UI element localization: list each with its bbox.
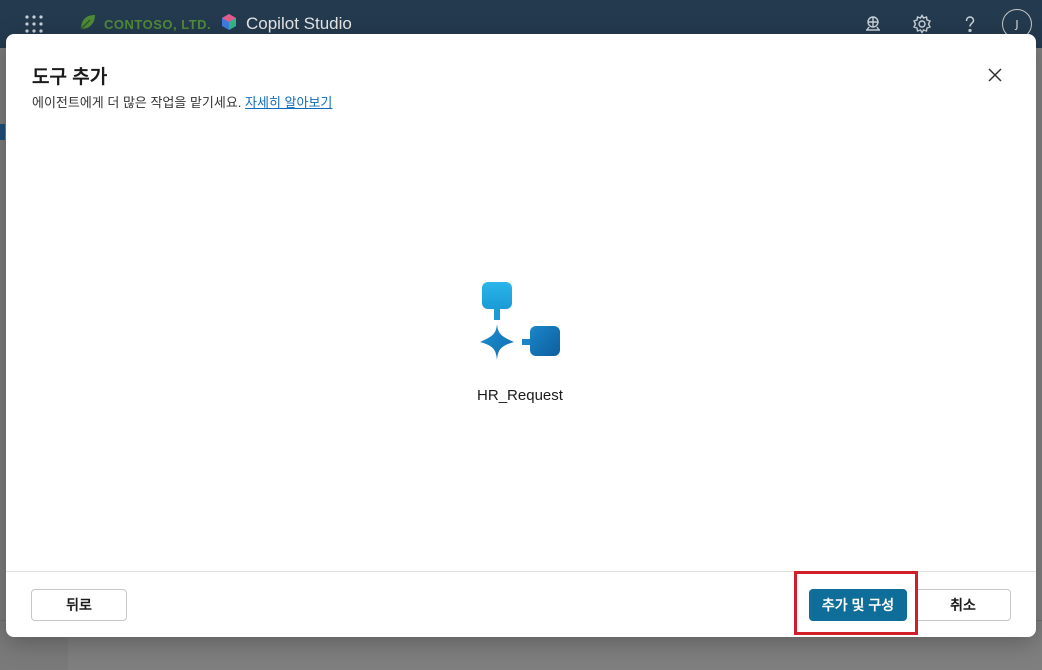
highlight-box xyxy=(794,571,918,635)
brand-logo: CONTOSO, LTD. xyxy=(78,12,211,36)
help-icon[interactable] xyxy=(960,14,980,34)
brand-name: CONTOSO, LTD. xyxy=(104,16,212,32)
settings-icon[interactable] xyxy=(912,14,932,34)
workflow-tool-icon xyxy=(480,280,560,360)
copilot-studio-logo-icon xyxy=(220,13,238,35)
back-button[interactable]: 뒤로 xyxy=(31,589,127,621)
dialog-subtitle-text: 에이전트에게 더 많은 작업을 맡기세요. xyxy=(32,95,242,110)
add-tool-dialog: 도구 추가 에이전트에게 더 많은 작업을 맡기세요. 자세히 알아보기 HR_… xyxy=(6,34,1036,637)
product-name: Copilot Studio xyxy=(246,14,352,33)
dimmed-nav-indicator xyxy=(0,124,5,140)
waffle-icon[interactable] xyxy=(24,14,44,34)
learn-more-link[interactable]: 자세히 알아보기 xyxy=(245,95,332,110)
dialog-title: 도구 추가 xyxy=(32,67,108,88)
close-icon xyxy=(988,68,1002,82)
tool-name: HR_Request xyxy=(477,387,563,404)
leaf-icon xyxy=(78,12,98,36)
cancel-button[interactable]: 취소 xyxy=(915,589,1011,621)
product-title[interactable]: Copilot Studio xyxy=(220,12,352,36)
close-button[interactable] xyxy=(984,64,1006,86)
environment-icon[interactable] xyxy=(863,14,883,34)
dialog-subtitle: 에이전트에게 더 많은 작업을 맡기세요. 자세히 알아보기 xyxy=(32,92,332,111)
